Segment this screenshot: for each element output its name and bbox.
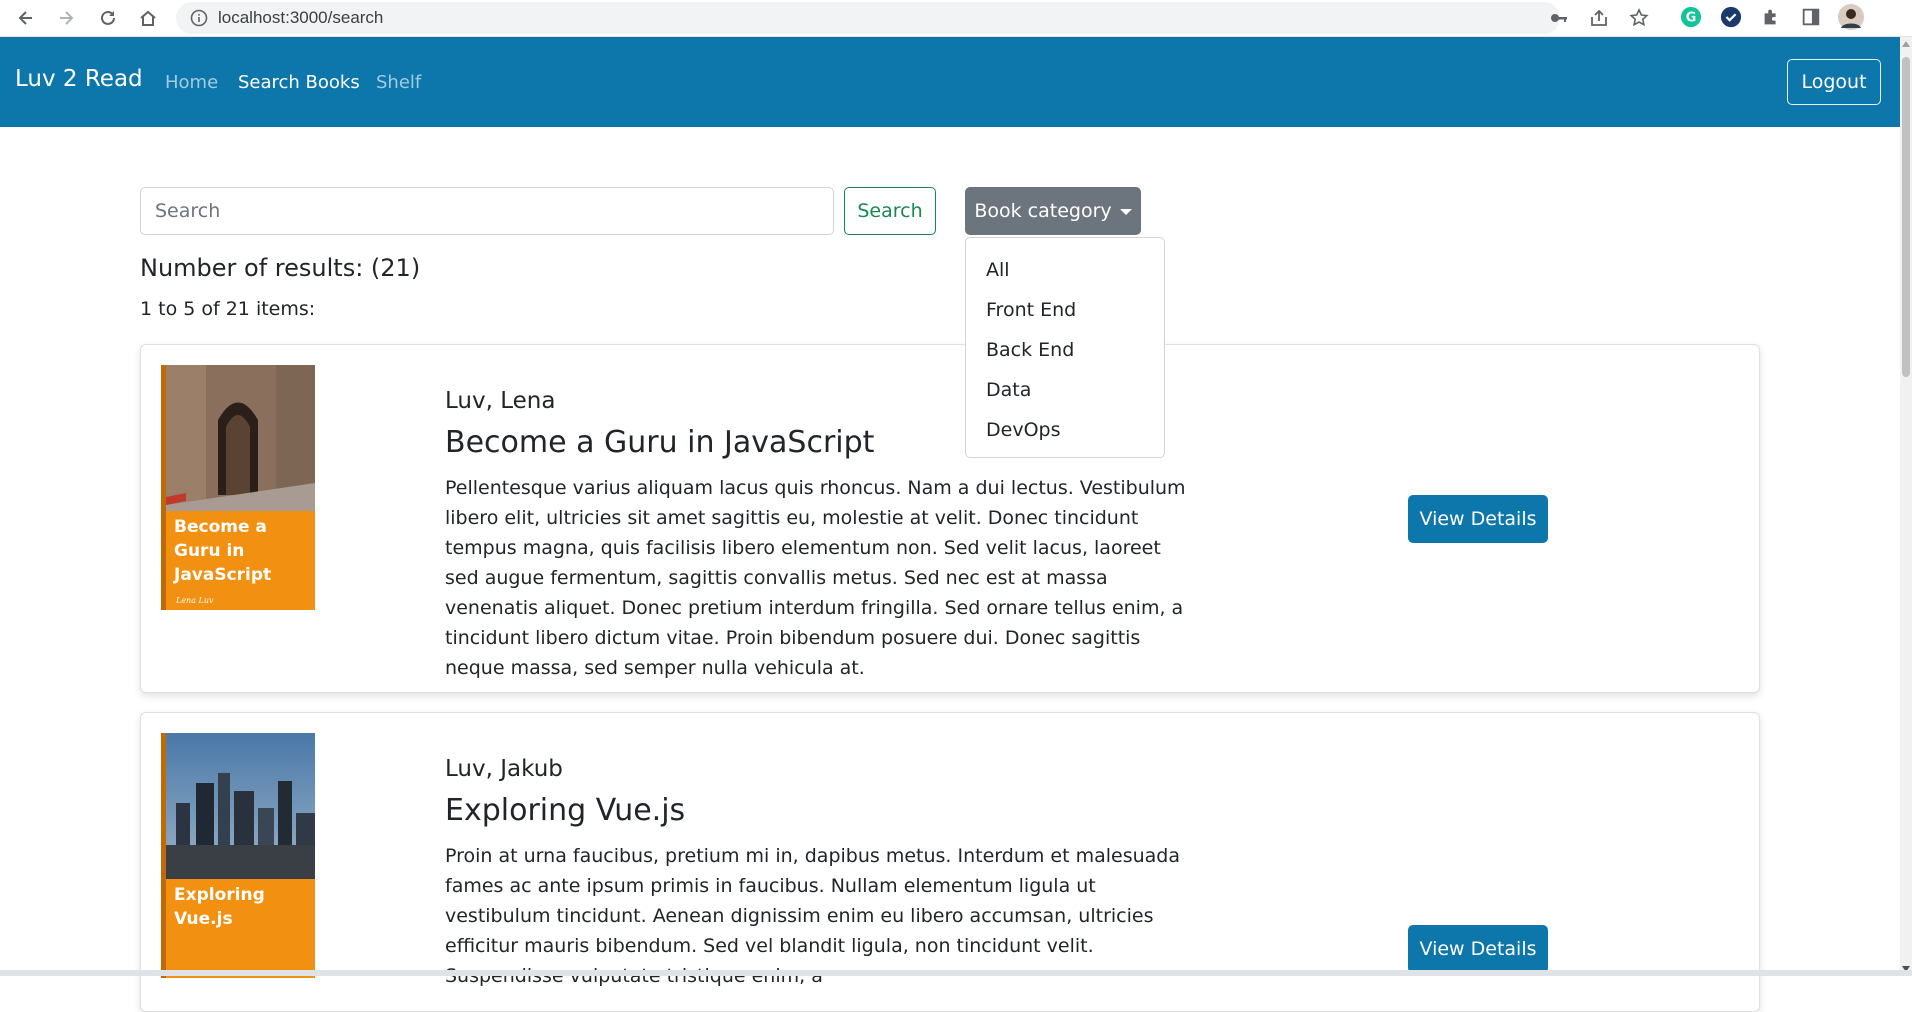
logout-button[interactable]: Logout <box>1787 59 1881 105</box>
profile-avatar[interactable] <box>1838 4 1864 30</box>
checkmark-extension-icon[interactable] <box>1718 4 1744 30</box>
category-option-data[interactable]: Data <box>966 370 1164 410</box>
reload-icon <box>101 10 115 25</box>
search-button[interactable]: Search <box>844 187 936 235</box>
home-icon <box>140 10 156 26</box>
scroll-up-arrow-icon[interactable] <box>1902 41 1910 47</box>
book-description: Proin at urna faucibus, pretium mi in, d… <box>445 845 1180 987</box>
back-arrow-icon <box>18 11 32 25</box>
forward-arrow-icon <box>60 11 74 25</box>
share-icon[interactable] <box>1588 7 1610 29</box>
app-navbar: Luv 2 Read Home Search Books Shelf Logou… <box>0 37 1900 127</box>
scroll-thumb[interactable] <box>1902 57 1910 377</box>
caret-down-icon <box>1119 209 1132 215</box>
key-icon[interactable] <box>1548 7 1570 29</box>
bottom-edge <box>0 970 1912 976</box>
nav-link-shelf[interactable]: Shelf <box>376 72 421 93</box>
items-range-text: 1 to 5 of 21 items: <box>140 298 316 320</box>
book-category-dropdown-button[interactable]: Book category <box>965 187 1141 235</box>
book-description: Pellentesque varius aliquam lacus quis r… <box>445 477 1186 679</box>
category-dropdown-menu: All Front End Back End Data DevOps <box>965 237 1165 458</box>
brand-logo-text[interactable]: Luv 2 Read <box>15 66 143 92</box>
cover-photo-skyline <box>166 733 315 978</box>
home-button[interactable] <box>134 4 162 32</box>
book-author: Luv, Lena <box>445 388 556 414</box>
search-input[interactable] <box>140 187 834 235</box>
category-option-back-end[interactable]: Back End <box>966 330 1164 370</box>
book-card: Exploring Vue.js Luv, Jakub Exploring Vu… <box>140 712 1760 1012</box>
cover-title-text: Become a Guru in JavaScript <box>174 517 272 585</box>
book-title: Become a Guru in JavaScript <box>445 425 875 460</box>
view-details-button[interactable]: View Details <box>1408 495 1548 543</box>
cover-title-text: Exploring Vue.js <box>174 885 265 929</box>
address-bar[interactable]: localhost:3000/search <box>176 2 1649 34</box>
nav-link-search-books[interactable]: Search Books <box>238 72 360 93</box>
browser-toolbar: localhost:3000/search G <box>0 0 1912 37</box>
extensions-puzzle-icon[interactable] <box>1758 4 1784 30</box>
book-title: Exploring Vue.js <box>445 793 686 828</box>
reload-button[interactable] <box>94 4 122 32</box>
results-count-heading: Number of results: (21) <box>140 254 421 282</box>
book-author: Luv, Jakub <box>445 756 563 782</box>
forward-button[interactable] <box>52 4 80 32</box>
url-text: localhost:3000/search <box>218 8 384 27</box>
book-cover-image[interactable]: Exploring Vue.js <box>161 733 315 978</box>
book-category-label: Book category <box>974 200 1112 222</box>
cover-author-text: Lena Luv <box>176 596 214 605</box>
star-icon[interactable] <box>1628 7 1650 29</box>
page-scrollbar[interactable] <box>1900 37 1912 976</box>
svg-text:G: G <box>1686 11 1697 26</box>
view-details-button[interactable]: View Details <box>1408 925 1548 973</box>
category-option-devops[interactable]: DevOps <box>966 410 1164 450</box>
book-cover-image[interactable]: Become a Guru in JavaScript Lena Luv <box>161 365 315 610</box>
back-button[interactable] <box>12 4 40 32</box>
book-card: Become a Guru in JavaScript Lena Luv Luv… <box>140 344 1760 693</box>
info-icon <box>190 9 208 27</box>
nav-link-home[interactable]: Home <box>165 72 218 93</box>
category-option-front-end[interactable]: Front End <box>966 290 1164 330</box>
grammarly-icon[interactable]: G <box>1678 4 1704 30</box>
category-option-all[interactable]: All <box>966 250 1164 290</box>
side-panel-icon[interactable] <box>1798 4 1824 30</box>
